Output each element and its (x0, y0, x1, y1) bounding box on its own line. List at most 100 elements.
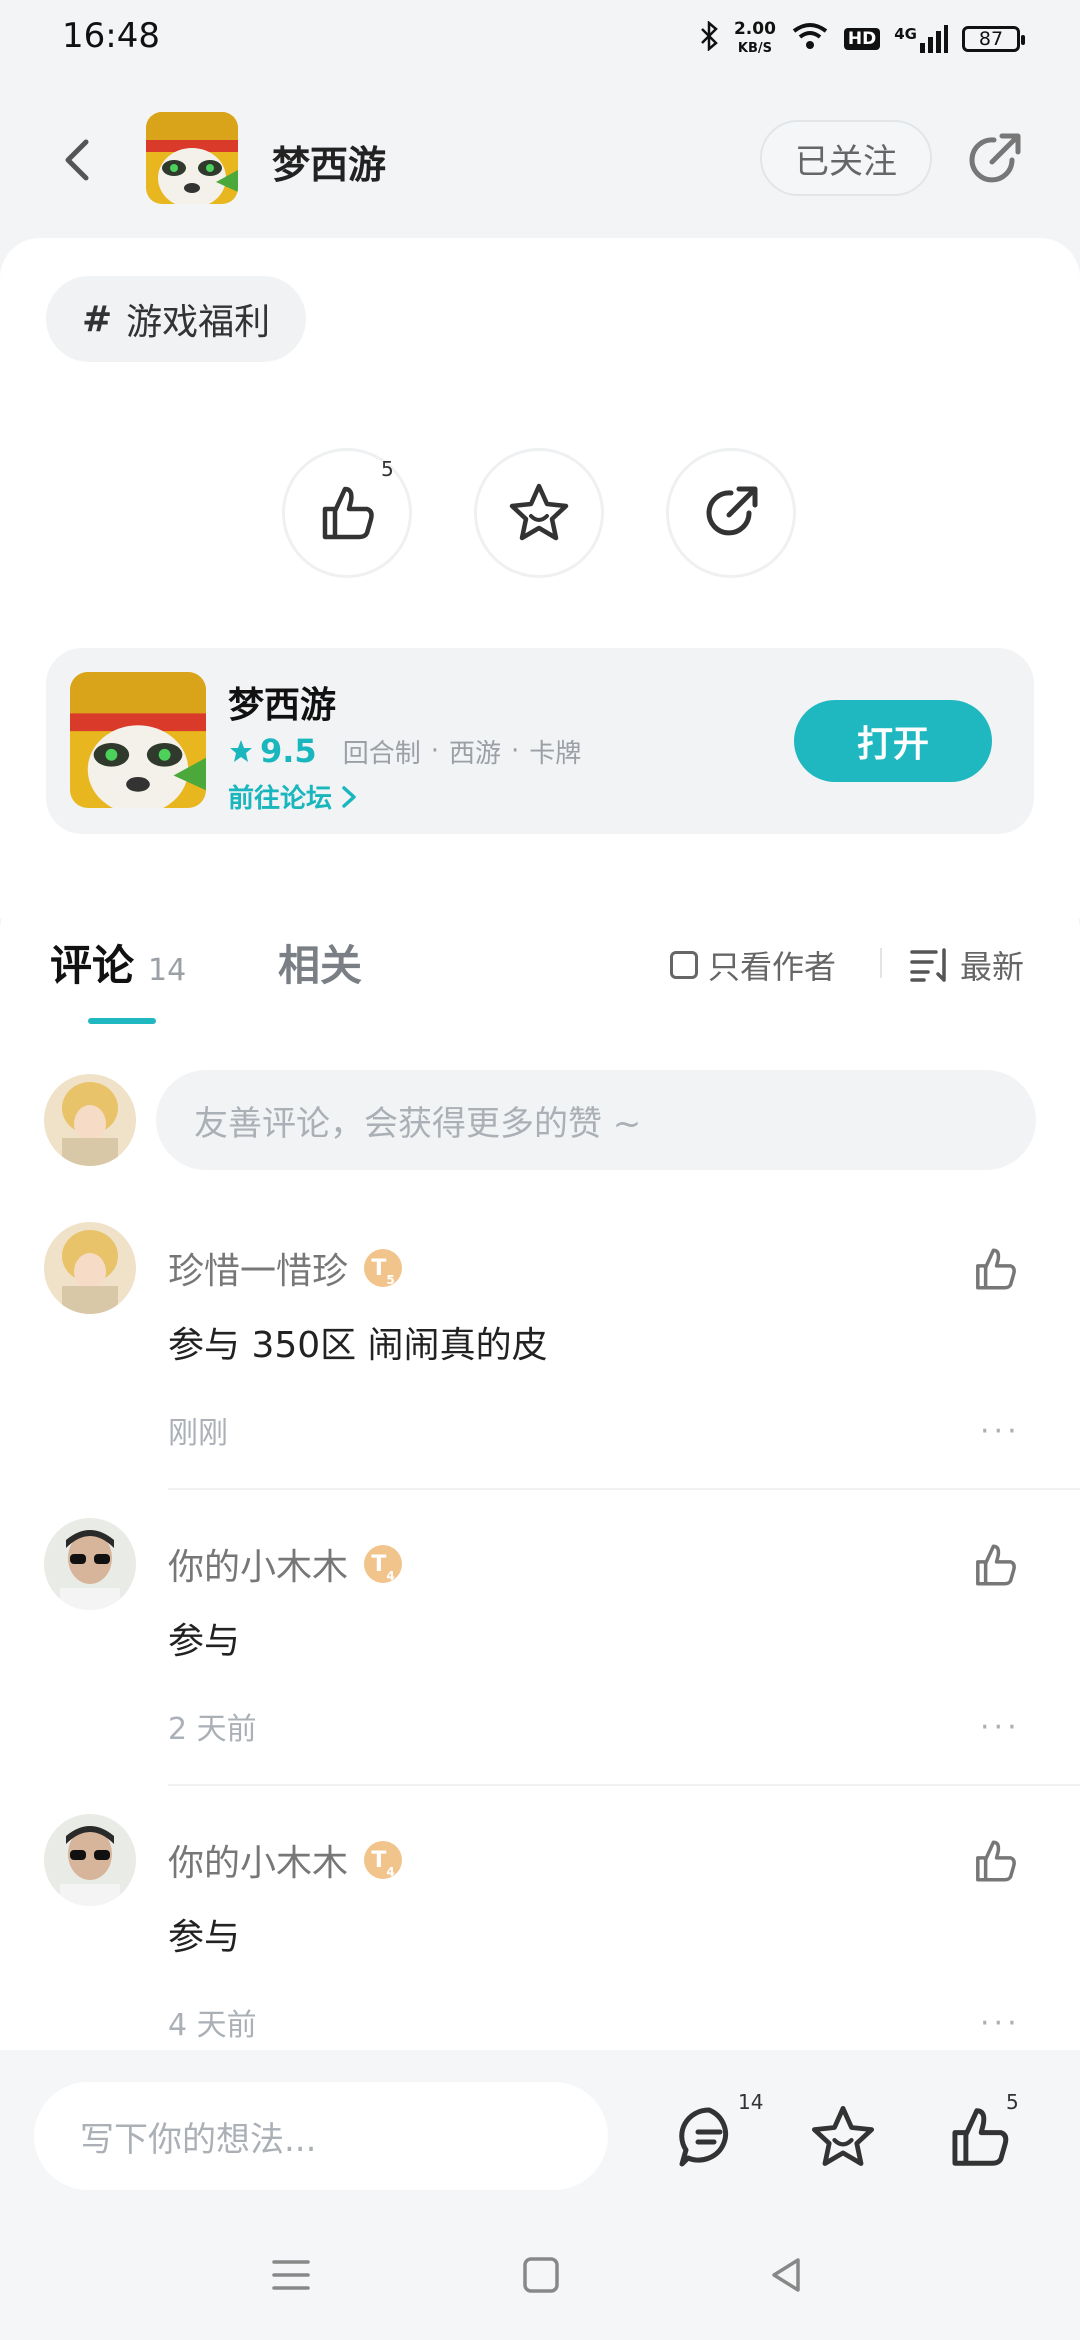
network-speed: 2.00 KB/S (734, 20, 776, 58)
hash-icon: # (82, 298, 113, 340)
back-triangle-icon (772, 2258, 800, 2292)
like-button[interactable]: 5 (944, 2090, 1019, 2172)
game-meta: 9.5 回合制 · 西游 · 卡牌 (228, 732, 581, 770)
comment-item: 你的小木木 T4 参与 2 天前 ··· (0, 1518, 1080, 1812)
topic-label: 游戏福利 (126, 302, 271, 343)
forum-link[interactable]: 前往论坛 (228, 778, 360, 815)
topic-tag[interactable]: # 游戏福利 (46, 276, 307, 362)
post-like-count: 5 (381, 457, 394, 481)
game-tag: 西游 (448, 738, 501, 769)
post-share-button[interactable] (666, 448, 796, 578)
like-count: 5 (1006, 2090, 1019, 2114)
comment-time: 4 天前 (168, 2008, 257, 2043)
thumbs-up-icon (976, 1248, 1016, 1290)
back-button[interactable] (50, 130, 110, 190)
tag-separator: · (430, 736, 439, 766)
open-game-button[interactable]: 打开 (794, 700, 992, 782)
comment-item: 珍惜一惜珍 T5 参与 350区 闹闹真的皮 刚刚 ··· (0, 1222, 1080, 1516)
app-icon[interactable] (146, 112, 238, 204)
sort-button[interactable]: 最新 (910, 942, 1024, 988)
divider (168, 1784, 1080, 1786)
status-bar: 16:48 2.00 KB/S HD 4G 87 (0, 0, 1080, 80)
more-icon[interactable]: ··· (980, 1710, 1021, 1745)
comment-user[interactable]: 你的小木木 T4 (168, 1834, 403, 1886)
avatar[interactable] (44, 1814, 136, 1906)
comment-time: 2 天前 (168, 1712, 257, 1747)
follow-button[interactable]: 已关注 (760, 120, 932, 196)
level-letter: T (371, 1255, 387, 1281)
thumbs-up-icon (952, 2108, 1009, 2166)
status-time: 16:48 (62, 16, 160, 56)
share-button[interactable] (962, 128, 1026, 192)
speed-value: 2.00 (733, 19, 776, 39)
page-title: 梦西游 (272, 143, 387, 187)
game-tag: 卡牌 (529, 738, 582, 769)
filter-divider (880, 948, 882, 978)
author-only-checkbox[interactable] (670, 951, 698, 979)
home-square-icon (523, 2257, 559, 2293)
comment-input[interactable]: 友善评论，会获得更多的赞 ~ (156, 1070, 1036, 1170)
comment-like-button[interactable] (970, 1244, 1026, 1300)
more-icon[interactable]: ··· (980, 2006, 1021, 2041)
menu-nav-button[interactable] (266, 2250, 316, 2300)
sort-label: 最新 (960, 948, 1025, 986)
speed-unit: KB/S (737, 41, 772, 56)
star-icon (811, 2105, 875, 2166)
bluetooth-icon (698, 19, 720, 58)
level-number: 4 (386, 1569, 395, 1583)
comment-count: 14 (738, 2090, 764, 2114)
level-number: 5 (386, 1273, 395, 1287)
comment-like-button[interactable] (970, 1836, 1026, 1892)
tab-indicator (88, 1018, 156, 1024)
battery-indicator: 87 (962, 26, 1025, 52)
level-letter: T (371, 1847, 387, 1873)
post-content: # 游戏福利 5 梦西游 9.5 回合制 · 西游 · 卡牌 前往论坛 打开 (0, 238, 1080, 918)
avatar[interactable] (44, 1222, 136, 1314)
back-nav-button[interactable] (762, 2250, 812, 2300)
signal-icon: 4G (894, 25, 948, 53)
comment-button[interactable]: 14 (674, 2090, 763, 2172)
comment-text: 参与 350区 闹闹真的皮 (168, 1325, 548, 1366)
tab-comments[interactable]: 评论 14 (50, 932, 186, 993)
hd-badge: HD (843, 28, 881, 50)
network-type: 4G (894, 25, 917, 43)
forum-link-label: 前往论坛 (228, 784, 333, 814)
game-icon[interactable] (70, 672, 206, 808)
sort-icon (910, 948, 946, 982)
author-only-label: 只看作者 (708, 948, 837, 986)
comment-username: 你的小木木 (168, 1843, 349, 1884)
share-icon (706, 486, 758, 536)
post-favorite-button[interactable] (474, 448, 604, 578)
home-nav-button[interactable] (516, 2250, 566, 2300)
favorite-button[interactable] (808, 2102, 878, 2172)
game-rating: 9.5 (228, 732, 317, 770)
star-icon (509, 483, 569, 541)
tag-separator: · (510, 736, 520, 766)
game-card[interactable]: 梦西游 9.5 回合制 · 西游 · 卡牌 前往论坛 打开 (46, 648, 1034, 834)
level-badge: T4 (364, 1545, 403, 1583)
comment-text: 参与 (168, 1917, 241, 1958)
more-icon[interactable]: ··· (980, 1414, 1021, 1449)
thumbs-up-icon (322, 486, 374, 540)
tab-related[interactable]: 相关 (278, 932, 362, 993)
comment-user[interactable]: 你的小木木 T4 (168, 1538, 403, 1590)
author-only-filter[interactable]: 只看作者 (670, 942, 836, 988)
comment-icon (679, 2107, 728, 2167)
tab-comments-count: 14 (148, 953, 187, 988)
share-icon (969, 133, 1021, 183)
comment-like-button[interactable] (970, 1540, 1026, 1596)
game-name: 梦西游 (228, 685, 337, 726)
chevron-left-icon (65, 139, 89, 181)
avatar[interactable] (44, 1518, 136, 1610)
post-like-button[interactable]: 5 (282, 448, 412, 578)
game-rating-value: 9.5 (260, 732, 317, 770)
wifi-icon (790, 21, 830, 58)
bottom-bar: 写下你的想法... 14 5 (0, 2050, 1080, 2340)
thought-input[interactable]: 写下你的想法... (34, 2082, 608, 2190)
avatar[interactable] (44, 1074, 136, 1166)
comment-user[interactable]: 珍惜一惜珍 T5 (168, 1242, 403, 1294)
star-filled-icon (230, 740, 252, 762)
tab-comments-label: 评论 (50, 941, 135, 990)
divider (168, 1488, 1080, 1490)
header: 梦西游 已关注 (0, 90, 1080, 230)
